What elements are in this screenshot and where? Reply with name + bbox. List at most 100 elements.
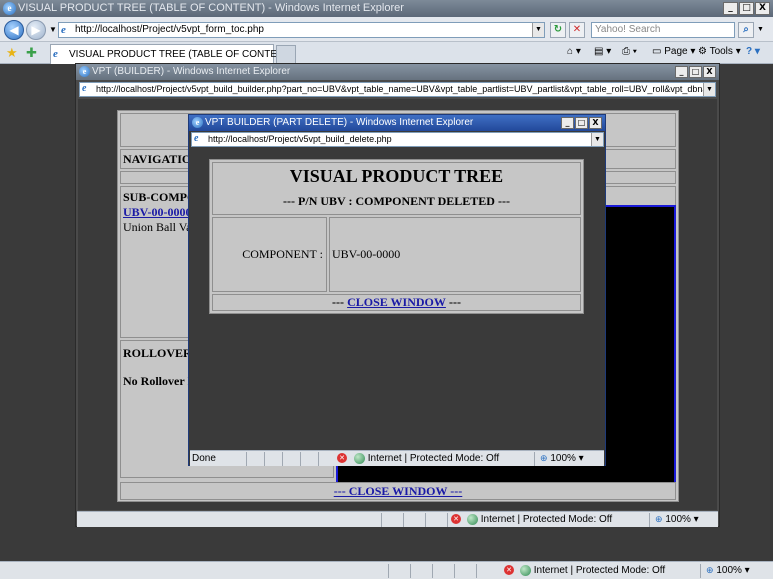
delete-zoom-icon: ⊕ — [540, 453, 548, 463]
main-title-bar[interactable]: e VISUAL PRODUCT TREE (TABLE OF CONTENT)… — [0, 0, 773, 17]
builder-title-bar[interactable]: e VPT (BUILDER) - Windows Internet Explo… — [76, 64, 719, 80]
delete-page-icon: e — [194, 133, 199, 144]
minimize-button[interactable]: _ — [723, 2, 738, 15]
search-icon[interactable]: ⌕ — [738, 22, 754, 38]
search-input[interactable]: Yahoo! Search — [591, 22, 735, 38]
sub-component-link[interactable]: UBV-00-0000 — [123, 205, 191, 220]
main-address-bar[interactable]: e http://localhost/Project/v5vpt_form_to… — [58, 22, 545, 38]
delete-minimize-button[interactable]: _ — [561, 117, 574, 129]
builder-minimize-button[interactable]: _ — [675, 66, 688, 78]
delete-globe-icon — [354, 452, 365, 464]
page-menu[interactable]: ▭ Page ▾ — [652, 44, 695, 60]
globe-icon — [520, 564, 531, 576]
builder-ie-icon: e — [79, 66, 90, 77]
delete-heading: VISUAL PRODUCT TREE — [289, 166, 504, 186]
delete-zoom-control[interactable]: ⊕ 100% ▾ — [540, 451, 584, 466]
delete-header-cell: VISUAL PRODUCT TREE --- P/N UBV : COMPON… — [212, 162, 581, 215]
builder-zoom-icon: ⊕ — [655, 514, 663, 524]
component-label: COMPONENT : — [242, 247, 323, 261]
builder-status-zoom: 100% — [665, 514, 691, 526]
delete-close-button[interactable]: X — [589, 117, 602, 129]
sub-component-desc: Union Ball Val — [123, 220, 195, 234]
delete-window-title: VPT BUILDER (PART DELETE) - Windows Inte… — [205, 117, 474, 128]
help-icon[interactable]: ? ▾ — [746, 44, 760, 60]
builder-maximize-button[interactable]: □ — [689, 66, 702, 78]
back-arrow-icon[interactable]: ◀ — [4, 20, 24, 40]
delete-address-bar[interactable]: e http://localhost/Project/v5vpt_build_d… — [191, 132, 604, 147]
builder-status-zone: Internet | Protected Mode: Off — [480, 514, 613, 525]
delete-address-text: http://localhost/Project/v5vpt_build_del… — [208, 134, 392, 144]
no-rollover-text: No Rollover I — [123, 374, 193, 388]
search-options-icon[interactable]: ▼ — [757, 26, 764, 33]
delete-ie-icon: e — [192, 117, 203, 128]
builder-address-text: http://localhost/Project/v5vpt_build_bui… — [96, 84, 715, 94]
address-toolbar: ◀ ▶ ▼ e http://localhost/Project/v5vpt_f… — [0, 17, 773, 42]
delete-status-bar: Done ✕ Internet | Protected Mode: Off ⊕ … — [190, 450, 604, 466]
main-zoom-control[interactable]: ⊕ 100% ▾ — [706, 562, 750, 579]
print-icon[interactable]: ⎙ ▾ — [622, 44, 637, 60]
main-status-bar: ✕ Internet | Protected Mode: Off ⊕ 100% … — [0, 561, 773, 579]
zoom-icon: ⊕ — [706, 565, 714, 575]
builder-close-window-link[interactable]: --- CLOSE WINDOW --- — [334, 484, 463, 498]
component-value-cell: UBV-00-0000 — [329, 217, 581, 292]
tab-page-icon: e — [53, 48, 58, 60]
refresh-icon[interactable]: ↻ — [550, 22, 566, 38]
delete-status-done: Done — [192, 453, 216, 464]
builder-close-button[interactable]: X — [703, 66, 716, 78]
tab-toc[interactable]: e VISUAL PRODUCT TREE (TABLE OF CONTENT) — [50, 44, 294, 64]
component-label-cell: COMPONENT : — [212, 217, 327, 292]
close-button[interactable]: X — [755, 2, 770, 15]
delete-close-row: --- CLOSE WINDOW --- — [212, 294, 581, 311]
history-dropdown-icon[interactable]: ▼ — [49, 25, 57, 34]
new-tab-button[interactable] — [276, 45, 296, 64]
delete-protected-mode-icon: ✕ — [337, 451, 347, 466]
maximize-button[interactable]: □ — [739, 2, 754, 15]
ie-logo-icon: e — [3, 2, 16, 15]
rollover-label: ROLLOVER — [123, 346, 192, 360]
favorites-star-icon[interactable]: ★ — [6, 45, 18, 61]
delete-status-zoom: 100% — [550, 453, 576, 465]
component-value: UBV-00-0000 — [332, 247, 401, 261]
page-icon: e — [61, 24, 66, 36]
builder-protected-mode-icon: ✕ — [451, 512, 461, 527]
forward-arrow-icon[interactable]: ▶ — [26, 20, 46, 40]
delete-title-bar[interactable]: e VPT BUILDER (PART DELETE) - Windows In… — [189, 115, 605, 131]
builder-address-dropdown-icon[interactable]: ▼ — [703, 83, 715, 96]
tab-title: VISUAL PRODUCT TREE (TABLE OF CONTENT) — [69, 49, 294, 60]
delete-window: e VPT BUILDER (PART DELETE) - Windows In… — [188, 114, 606, 466]
navigation-label: NAVIGATIO — [123, 152, 192, 166]
home-icon[interactable]: ⌂ ▾ — [567, 44, 581, 60]
tools-menu-label: Tools — [709, 46, 733, 57]
delete-maximize-button[interactable]: □ — [575, 117, 588, 129]
page-menu-label: Page — [664, 46, 688, 57]
main-address-text: http://localhost/Project/v5vpt_form_toc.… — [75, 24, 264, 35]
sub-component-label: SUB-COMPO — [123, 190, 197, 204]
builder-internet-zone[interactable]: Internet | Protected Mode: Off — [467, 512, 612, 527]
builder-status-bar: ✕ Internet | Protected Mode: Off ⊕ 100% … — [77, 511, 718, 527]
delete-status-zone: Internet | Protected Mode: Off — [367, 453, 500, 464]
main-status-zoom: 100% — [716, 565, 742, 577]
close-suffix: --- — [448, 295, 461, 309]
builder-window-title: VPT (BUILDER) - Windows Internet Explore… — [92, 66, 291, 77]
main-status-zone: Internet | Protected Mode: Off — [533, 565, 666, 576]
search-placeholder: Yahoo! Search — [595, 24, 661, 35]
builder-close-row: --- CLOSE WINDOW --- — [120, 482, 676, 500]
feeds-icon[interactable]: ▤ ▾ — [594, 44, 611, 60]
internet-zone[interactable]: Internet | Protected Mode: Off — [520, 562, 665, 579]
delete-subheading: --- P/N UBV : COMPONENT DELETED --- — [283, 194, 510, 208]
protected-mode-icon: ✕ — [504, 562, 514, 579]
delete-table: VISUAL PRODUCT TREE --- P/N UBV : COMPON… — [209, 159, 584, 314]
add-favorites-icon[interactable]: ✚ — [26, 45, 37, 61]
close-prefix: --- — [332, 295, 345, 309]
address-dropdown-icon[interactable]: ▼ — [532, 23, 544, 37]
delete-internet-zone[interactable]: Internet | Protected Mode: Off — [354, 451, 499, 466]
delete-address-dropdown-icon[interactable]: ▼ — [591, 133, 603, 146]
builder-address-bar[interactable]: e http://localhost/Project/v5vpt_build_b… — [79, 82, 716, 97]
stop-icon[interactable]: ✕ — [569, 22, 585, 38]
main-window-title: VISUAL PRODUCT TREE (TABLE OF CONTENT) -… — [18, 2, 404, 14]
tools-menu[interactable]: ⚙ Tools ▾ — [698, 44, 741, 60]
close-window-link[interactable]: CLOSE WINDOW — [347, 295, 446, 309]
builder-zoom-control[interactable]: ⊕ 100% ▾ — [655, 512, 699, 527]
builder-page-icon: e — [82, 83, 87, 94]
builder-globe-icon — [467, 513, 478, 525]
